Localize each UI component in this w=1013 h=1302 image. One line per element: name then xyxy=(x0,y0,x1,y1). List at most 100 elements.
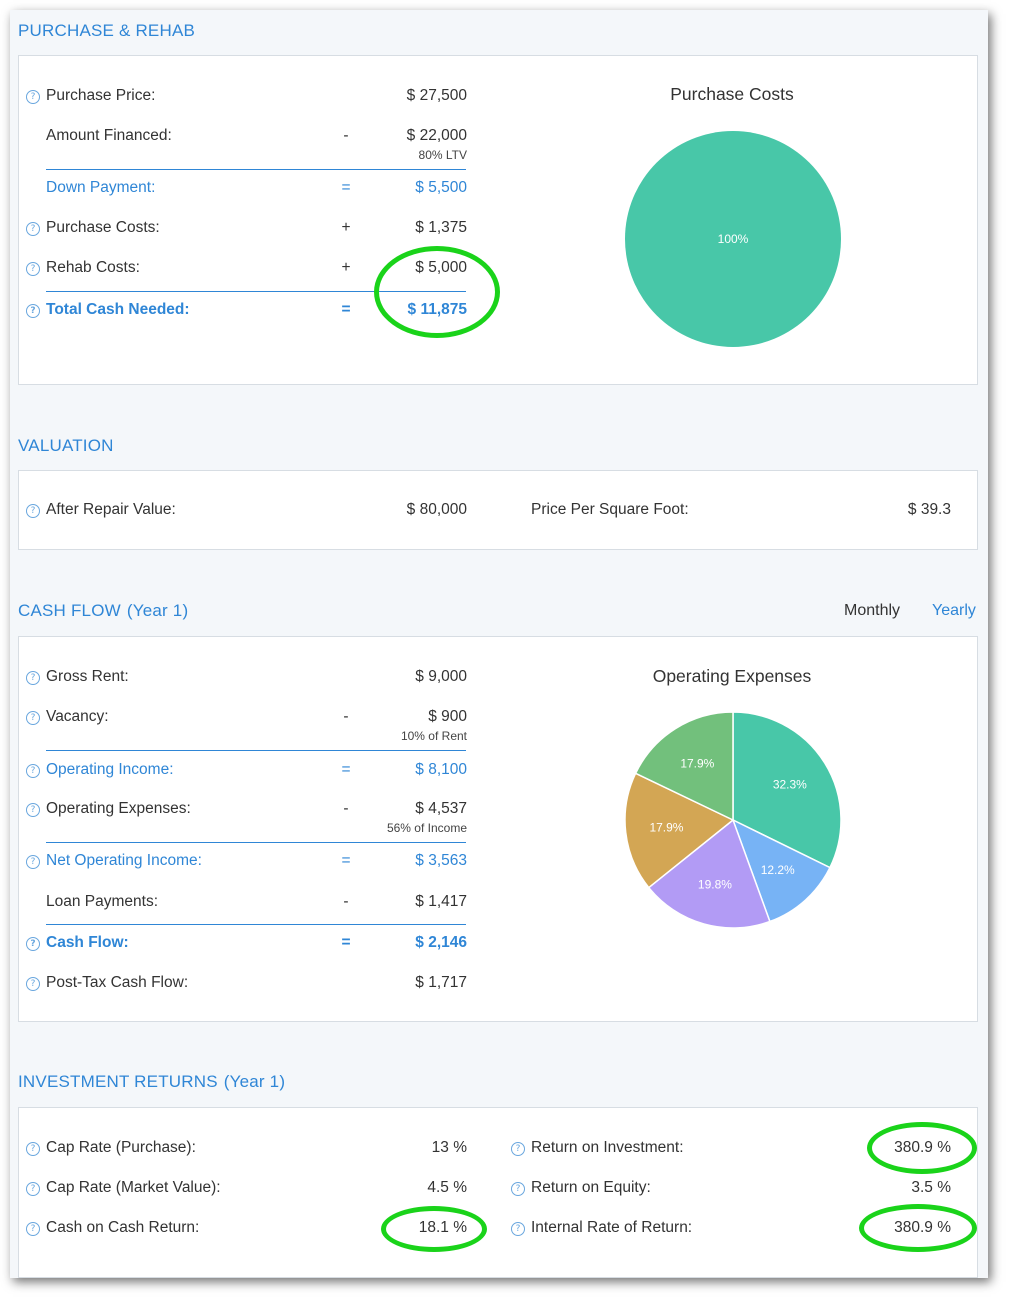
row-operator: = xyxy=(341,934,351,951)
help-icon[interactable]: ? xyxy=(26,1222,40,1236)
help-icon[interactable]: ? xyxy=(511,1142,525,1156)
toggle-monthly[interactable]: Monthly xyxy=(844,602,900,620)
help-icon[interactable]: ? xyxy=(26,90,40,104)
row-label: Gross Rent: xyxy=(46,668,129,685)
help-icon[interactable]: ? xyxy=(26,803,40,817)
help-icon[interactable]: ? xyxy=(26,671,40,685)
row-down-payment: Down Payment: = $ 5,500 xyxy=(19,179,489,201)
row-label: After Repair Value: xyxy=(46,501,176,518)
row-operator: - xyxy=(343,708,349,725)
row-value: $ 5,000 xyxy=(415,259,467,276)
chart-title-purchase-costs: Purchase Costs xyxy=(670,84,794,104)
row-label: Internal Rate of Return: xyxy=(531,1219,693,1236)
row-value: $ 80,000 xyxy=(406,501,467,518)
row-note: 80% LTV xyxy=(418,148,467,162)
pie-slice-label: 19.8% xyxy=(698,877,732,891)
section-title-purchase: PURCHASE & REHAB xyxy=(18,21,196,40)
row-operating-income: ? Operating Income: = $ 8,100 xyxy=(19,761,489,783)
row-value: 18.1 % xyxy=(418,1219,467,1236)
row-value: 380.9 % xyxy=(894,1139,951,1156)
divider xyxy=(46,291,466,292)
row-label: Operating Income: xyxy=(46,761,174,778)
row-cap-rate-purchase: ? Cap Rate (Purchase): 13 % xyxy=(19,1139,489,1161)
row-total-cash-needed: ? Total Cash Needed: = $ 11,875 xyxy=(19,301,489,323)
row-label: Purchase Costs: xyxy=(46,219,160,236)
row-operator: - xyxy=(343,893,349,910)
row-value: $ 4,537 xyxy=(415,800,467,817)
row-label: Return on Investment: xyxy=(531,1139,684,1156)
row-value: $ 27,500 xyxy=(406,87,467,104)
help-icon[interactable]: ? xyxy=(511,1182,525,1196)
divider xyxy=(46,169,466,170)
section-title-investment-returns: INVESTMENT RETURNS (Year 1) xyxy=(18,1072,286,1091)
cash-flow-panel: ? Gross Rent: $ 9,000 ? Vacancy: - $ 900… xyxy=(18,636,978,1022)
help-icon[interactable]: ? xyxy=(26,764,40,778)
toggle-yearly[interactable]: Yearly xyxy=(932,602,976,620)
help-icon[interactable]: ? xyxy=(26,222,40,236)
row-internal-rate-of-return: ? Internal Rate of Return: 380.9 % xyxy=(511,1219,951,1241)
row-return-on-equity: ? Return on Equity: 3.5 % xyxy=(511,1179,951,1201)
section-subtitle: (Year 1) xyxy=(126,601,189,620)
row-purchase-price: ? Purchase Price: $ 27,500 xyxy=(19,87,489,109)
help-icon[interactable]: ? xyxy=(26,977,40,991)
row-label: Vacancy: xyxy=(46,708,109,725)
row-label: Cash on Cash Return: xyxy=(46,1219,200,1236)
pie-slice-label: 100% xyxy=(718,232,749,246)
row-value: $ 1,375 xyxy=(415,219,467,236)
row-label: Rehab Costs: xyxy=(46,259,140,276)
returns-panel: ? Cap Rate (Purchase): 13 % ? Cap Rate (… xyxy=(18,1107,978,1278)
row-operating-expenses: ? Operating Expenses: - $ 4,537 56% of I… xyxy=(19,800,489,835)
row-note: 10% of Rent xyxy=(400,729,467,743)
help-icon[interactable]: ? xyxy=(26,1182,40,1196)
purchase-panel: ? Purchase Price: $ 27,500 Amount Financ… xyxy=(18,55,978,385)
row-value: $ 1,717 xyxy=(415,974,467,991)
chart-title-operating-expenses: Operating Expenses xyxy=(652,666,812,686)
help-icon[interactable]: ? xyxy=(26,711,40,725)
row-label: Operating Expenses: xyxy=(46,800,191,817)
row-label: Return on Equity: xyxy=(531,1179,651,1196)
row-amount-financed: Amount Financed: - $ 22,000 80% LTV xyxy=(19,127,489,162)
row-value: $ 8,100 xyxy=(415,761,467,778)
row-vacancy: ? Vacancy: - $ 900 10% of Rent xyxy=(19,708,489,743)
row-operator: = xyxy=(341,852,351,869)
row-label: Down Payment: xyxy=(46,179,156,196)
row-label: Total Cash Needed: xyxy=(46,301,190,318)
row-label: Price Per Square Foot: xyxy=(531,501,689,518)
row-operator: = xyxy=(341,179,351,196)
pie-chart-purchase-costs: 100% xyxy=(625,131,841,347)
divider xyxy=(46,924,466,925)
row-operator: + xyxy=(341,259,351,276)
row-value: 3.5 % xyxy=(911,1179,951,1196)
row-cap-rate-market: ? Cap Rate (Market Value): 4.5 % xyxy=(19,1179,489,1201)
help-icon[interactable]: ? xyxy=(511,1222,525,1236)
row-after-repair-value: ? After Repair Value: $ 80,000 xyxy=(19,501,489,523)
row-operator: - xyxy=(343,127,349,144)
row-operator: = xyxy=(341,761,351,778)
row-cash-flow: ? Cash Flow: = $ 2,146 xyxy=(19,934,489,956)
row-post-tax-cash-flow: ? Post-Tax Cash Flow: $ 1,717 xyxy=(19,974,489,996)
pie-slice-label: 17.9% xyxy=(680,756,714,770)
pie-chart-operating-expenses: 32.3% 12.2% 19.8% 17.9% 17.9% xyxy=(624,711,842,929)
row-value: $ 39.3 xyxy=(907,501,951,518)
row-value: 380.9 % xyxy=(894,1219,951,1236)
row-loan-payments: Loan Payments: - $ 1,417 xyxy=(19,893,489,915)
help-icon[interactable]: ? xyxy=(26,304,40,318)
row-value: $ 11,875 xyxy=(407,301,467,318)
help-icon[interactable]: ? xyxy=(26,262,40,276)
help-icon[interactable]: ? xyxy=(26,855,40,869)
help-icon[interactable]: ? xyxy=(26,1142,40,1156)
section-title-valuation: VALUATION xyxy=(18,436,114,455)
row-value: 4.5 % xyxy=(427,1179,467,1196)
row-label: Loan Payments: xyxy=(46,893,159,910)
row-value: $ 1,417 xyxy=(415,893,467,910)
row-rehab-costs: ? Rehab Costs: + $ 5,000 xyxy=(19,259,489,281)
row-value: $ 3,563 xyxy=(415,852,467,869)
help-icon[interactable]: ? xyxy=(26,504,40,518)
row-label: Amount Financed: xyxy=(46,127,172,144)
help-icon[interactable]: ? xyxy=(26,937,40,951)
row-value: $ 5,500 xyxy=(415,179,467,196)
row-label: Cap Rate (Purchase): xyxy=(46,1139,196,1156)
row-label: Cash Flow: xyxy=(46,934,129,951)
row-operator: + xyxy=(341,219,351,236)
section-subtitle: (Year 1) xyxy=(223,1072,286,1091)
